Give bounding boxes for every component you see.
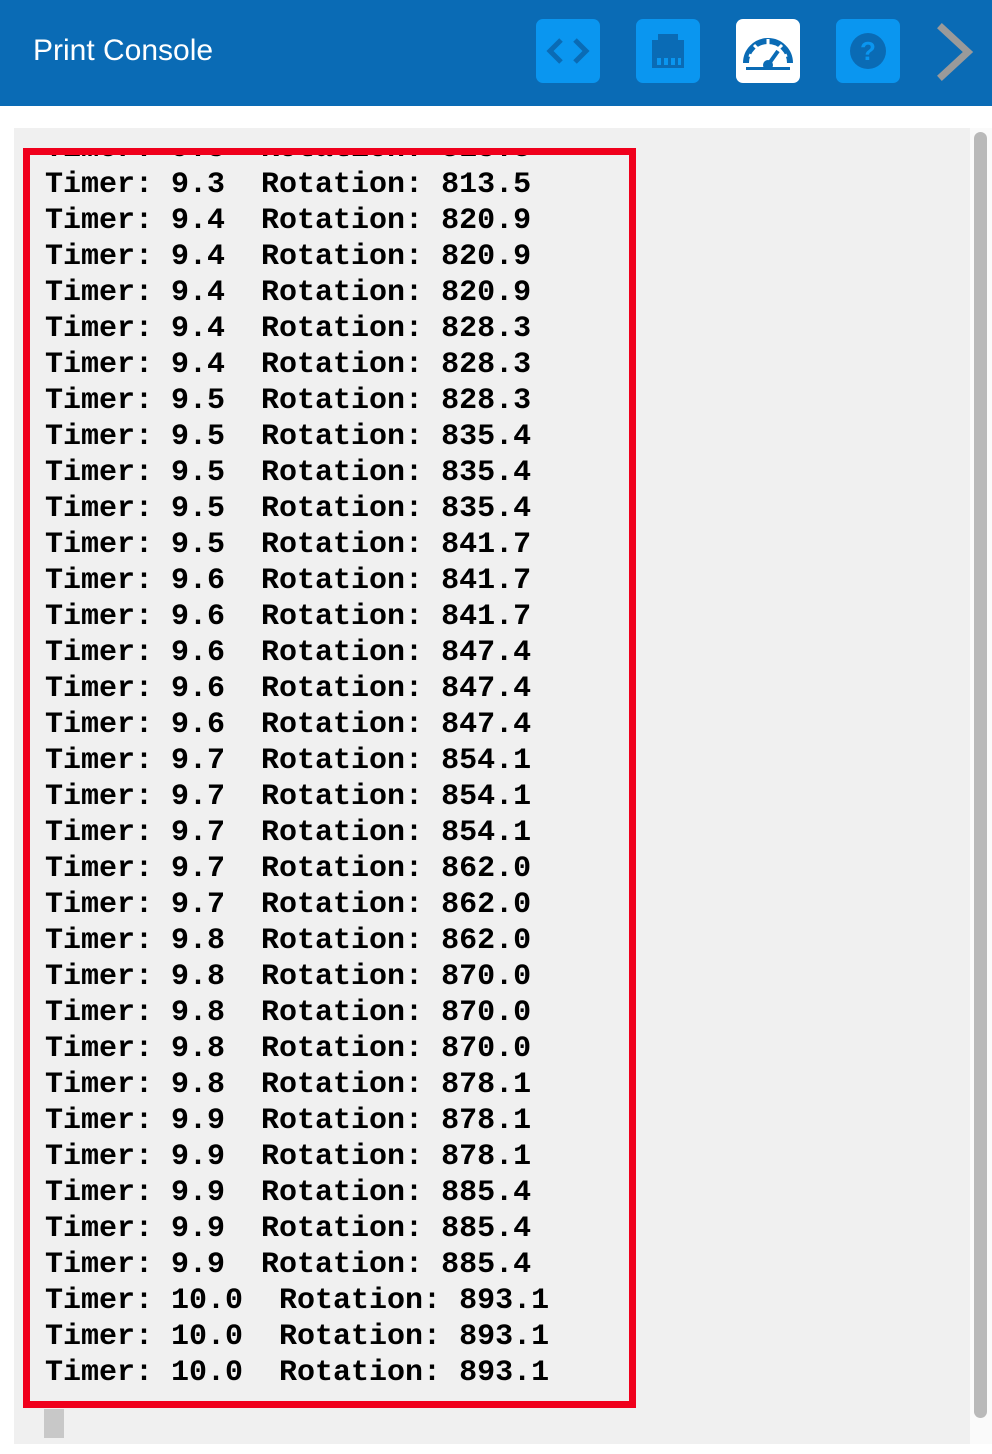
console-line: Timer: 9.5 Rotation: 835.4 — [45, 492, 532, 526]
console-line: Timer: 10.0 Rotation: 893.1 — [45, 1356, 550, 1390]
console-line: Timer: 9.7 Rotation: 854.1 — [45, 744, 532, 778]
console-line: Timer: 9.8 Rotation: 870.0 — [45, 960, 532, 994]
console-line: Timer: 9.4 Rotation: 820.9 — [45, 204, 532, 238]
gauge-icon — [743, 38, 793, 70]
console-line: Timer: 9.4 Rotation: 828.3 — [45, 348, 532, 382]
console-line: Timer: 10.0 Rotation: 893.1 — [45, 1284, 550, 1318]
console-line: Timer: 9.6 Rotation: 847.4 — [45, 636, 532, 670]
console-line: Timer: 9.6 Rotation: 841.7 — [45, 564, 532, 598]
console-line: Timer: 9.8 Rotation: 870.0 — [45, 996, 532, 1030]
console-line: Timer: 9.8 Rotation: 878.1 — [45, 1068, 532, 1102]
console-line: Timer: 9.8 Rotation: 862.0 — [45, 924, 532, 958]
console-line: Timer: 9.3 Rotation: 813.5 — [45, 168, 532, 202]
console-log: Timer: 9.3 Rotation: 813.5 Timer: 9.3 Rot… — [45, 148, 550, 1391]
code-brackets-icon — [546, 38, 590, 64]
console-line: Timer: 9.9 Rotation: 878.1 — [45, 1104, 532, 1138]
console-line: Timer: 9.5 Rotation: 828.3 — [45, 384, 532, 418]
console-line: Timer: 9.5 Rotation: 841.7 — [45, 528, 532, 562]
console-line: Timer: 9.7 Rotation: 854.1 — [45, 780, 532, 814]
device-button[interactable] — [636, 19, 700, 83]
console-line: Timer: 9.4 Rotation: 820.9 — [45, 276, 532, 310]
code-button[interactable] — [536, 19, 600, 83]
console-line: Timer: 9.6 Rotation: 847.4 — [45, 708, 532, 742]
highlighted-log-region: Timer: 9.3 Rotation: 813.5 Timer: 9.3 Rot… — [23, 148, 636, 1408]
device-port-icon — [652, 34, 684, 68]
console-line: Timer: 9.7 Rotation: 862.0 — [45, 888, 532, 922]
console-line: Timer: 9.4 Rotation: 828.3 — [45, 312, 532, 346]
console-line: Timer: 9.9 Rotation: 878.1 — [45, 1140, 532, 1174]
console-line: Timer: 9.7 Rotation: 862.0 — [45, 852, 532, 886]
console-line: Timer: 10.0 Rotation: 893.1 — [45, 1320, 550, 1354]
scrollbar-thumb[interactable] — [974, 132, 987, 1418]
console-line: Timer: 9.9 Rotation: 885.4 — [45, 1248, 532, 1282]
console-line: Timer: 9.9 Rotation: 885.4 — [45, 1212, 532, 1246]
console-line: Timer: 9.3 Rotation: 813.5 — [45, 148, 532, 166]
help-icon: ? — [850, 33, 886, 69]
console-line: Timer: 9.4 Rotation: 820.9 — [45, 240, 532, 274]
console-line: Timer: 9.5 Rotation: 835.4 — [45, 420, 532, 454]
console-line: Timer: 9.6 Rotation: 847.4 — [45, 672, 532, 706]
chevron-right-icon[interactable] — [928, 22, 984, 82]
console-line: Timer: 9.8 Rotation: 870.0 — [45, 1032, 532, 1066]
console-line: Timer: 9.5 Rotation: 835.4 — [45, 456, 532, 490]
panel-title: Print Console — [33, 34, 214, 67]
help-button[interactable]: ? — [836, 19, 900, 83]
console-cursor — [44, 1409, 64, 1438]
console-line: Timer: 9.6 Rotation: 841.7 — [45, 600, 532, 634]
console-line: Timer: 9.7 Rotation: 854.1 — [45, 816, 532, 850]
dashboard-button[interactable] — [736, 19, 800, 83]
console-line: Timer: 9.9 Rotation: 885.4 — [45, 1176, 532, 1210]
svg-text:?: ? — [860, 36, 876, 66]
header-bar: Print Console ? — [0, 0, 992, 106]
